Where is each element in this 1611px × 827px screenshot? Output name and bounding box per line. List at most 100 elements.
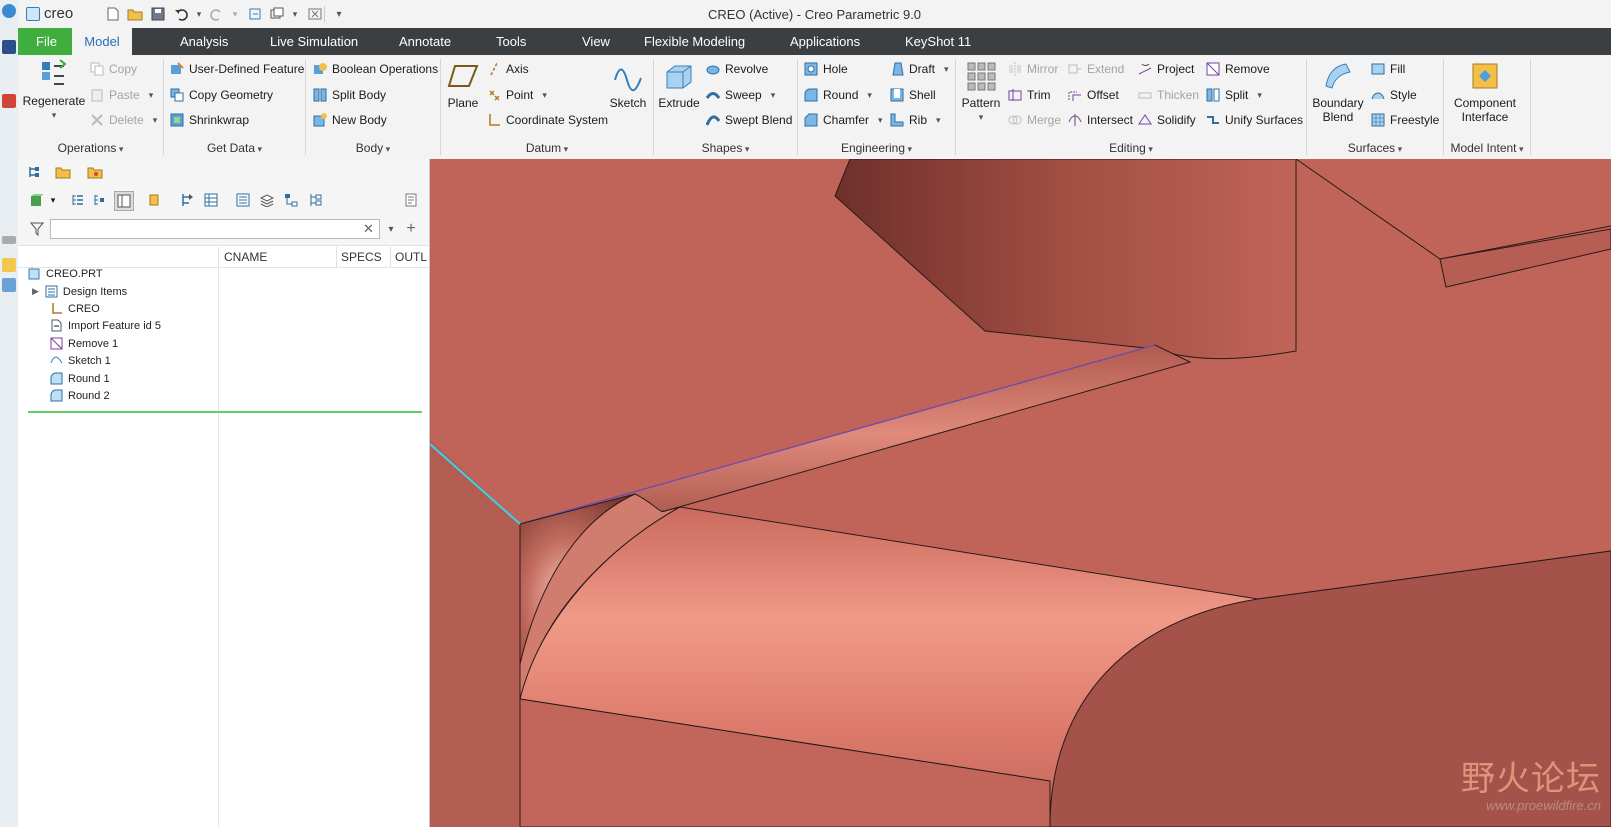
tab-flexible-modeling[interactable]: Flexible Modeling <box>630 28 759 55</box>
axis-button[interactable]: Axis <box>487 59 529 79</box>
style-button[interactable]: Style <box>1371 85 1417 105</box>
tree-item-sketch[interactable]: Sketch 1 <box>18 352 250 369</box>
mirror-button[interactable]: Mirror <box>1008 59 1058 79</box>
pattern-button[interactable]: Pattern ▾ <box>959 60 1003 124</box>
tab-model[interactable]: Model <box>72 28 132 55</box>
unify-surfaces-icon <box>1206 113 1220 127</box>
group-label-datum[interactable]: Datum <box>441 141 653 155</box>
point-button[interactable]: Point <box>487 85 547 105</box>
tab-tools[interactable]: Tools <box>482 28 540 55</box>
boolean-operations-button[interactable]: Boolean Operations <box>313 59 438 79</box>
extend-button[interactable]: Extend <box>1068 59 1124 79</box>
insert-here-marker[interactable] <box>28 411 422 413</box>
split-body-button[interactable]: Split Body <box>313 85 386 105</box>
tree-item-round-1[interactable]: Round 1 <box>18 370 250 387</box>
hierarchy-icon[interactable] <box>282 191 300 209</box>
paste-button[interactable]: Paste <box>90 85 153 105</box>
tree-item-remove[interactable]: Remove 1 <box>18 335 250 352</box>
tab-keyshot[interactable]: KeyShot 11 <box>891 28 985 55</box>
delete-button[interactable]: Delete <box>90 110 157 130</box>
column-cname[interactable]: CNAME <box>224 250 267 264</box>
tree-item-round-2[interactable]: Round 2 <box>18 387 250 404</box>
folder-browser-tab-icon[interactable] <box>54 163 72 181</box>
group-label-operations[interactable]: Operations <box>18 141 163 155</box>
copy-geometry-button[interactable]: Copy Geometry <box>170 85 273 105</box>
filter-icon[interactable] <box>28 220 46 238</box>
tab-live-simulation[interactable]: Live Simulation <box>256 28 372 55</box>
remove-button[interactable]: Remove <box>1206 59 1270 79</box>
plane-button[interactable]: Plane <box>445 60 481 110</box>
extrude-button[interactable]: Extrude <box>657 60 701 110</box>
revolve-button[interactable]: Revolve <box>706 59 768 79</box>
detailed-tree-icon[interactable] <box>234 191 252 209</box>
collapse-all-icon[interactable] <box>90 191 108 209</box>
column-specs[interactable]: SPECS <box>341 250 382 264</box>
group-label-shapes[interactable]: Shapes <box>654 141 797 155</box>
tree-item-import-feature[interactable]: Import Feature id 5 <box>18 317 250 334</box>
favorites-tab-icon[interactable] <box>86 163 104 181</box>
remove-icon <box>50 337 63 350</box>
sweep-button[interactable]: Sweep <box>705 85 775 105</box>
clear-search-icon[interactable]: ✕ <box>363 221 374 237</box>
group-label-surfaces[interactable]: Surfaces <box>1307 141 1443 155</box>
chamfer-button[interactable]: Chamfer <box>804 110 883 130</box>
expand-all-icon[interactable] <box>68 191 86 209</box>
thicken-button[interactable]: Thicken <box>1138 85 1199 105</box>
regenerate-button[interactable]: Regenerate ▾ <box>23 58 85 122</box>
trim-button[interactable]: Trim <box>1008 85 1051 105</box>
tree-item-csys[interactable]: CREO <box>18 300 250 317</box>
show-dropdown-icon[interactable]: ▾ <box>44 191 62 209</box>
tree-columns-icon[interactable] <box>114 191 134 211</box>
coordinate-system-button[interactable]: Coordinate System <box>487 110 608 130</box>
expand-arrow-icon[interactable]: ▶ <box>32 286 39 297</box>
tree-search-input[interactable] <box>50 219 380 239</box>
rib-button[interactable]: Rib <box>890 110 941 130</box>
add-filter-icon[interactable]: + <box>402 220 420 238</box>
udf-button[interactable]: User-Defined Feature <box>170 59 304 79</box>
tab-applications[interactable]: Applications <box>776 28 874 55</box>
suppressed-icon[interactable] <box>306 191 324 209</box>
tree-item-design-items[interactable]: ▶ Design Items <box>18 283 232 300</box>
layer-tree-icon[interactable] <box>202 191 220 209</box>
component-interface-button[interactable]: Component Interface <box>1446 60 1524 124</box>
layers-icon[interactable] <box>258 191 276 209</box>
sketch-button[interactable]: Sketch <box>606 60 650 110</box>
search-dropdown-icon[interactable]: ▾ <box>382 220 400 238</box>
group-label-editing[interactable]: Editing <box>956 141 1306 155</box>
solidify-button[interactable]: Solidify <box>1138 110 1196 130</box>
group-label-body[interactable]: Body <box>306 141 440 155</box>
group-label-get-data[interactable]: Get Data <box>164 141 305 155</box>
copy-button[interactable]: Copy <box>90 59 137 79</box>
offset-button[interactable]: Offset <box>1068 85 1119 105</box>
settings-icon[interactable] <box>146 191 164 209</box>
project-button[interactable]: Project <box>1138 59 1194 79</box>
draft-button[interactable]: Draft <box>890 59 949 79</box>
group-label-model-intent[interactable]: Model Intent <box>1444 141 1530 155</box>
tab-view[interactable]: View <box>568 28 624 55</box>
split-button[interactable]: Split <box>1206 85 1262 105</box>
shrinkwrap-button[interactable]: Shrinkwrap <box>170 110 249 130</box>
boundary-blend-label-2: Blend <box>1322 110 1354 124</box>
model-tree-tab-icon[interactable] <box>26 163 44 181</box>
new-body-button[interactable]: New Body <box>313 110 387 130</box>
boundary-blend-button[interactable]: Boundary Blend <box>1310 60 1366 124</box>
tree-settings-icon[interactable] <box>402 191 420 209</box>
tab-annotate[interactable]: Annotate <box>385 28 465 55</box>
intersect-button[interactable]: Intersect <box>1068 110 1133 130</box>
fill-button[interactable]: Fill <box>1371 59 1405 79</box>
offset-icon <box>1068 88 1082 102</box>
tab-file[interactable]: File <box>18 28 72 55</box>
hole-button[interactable]: Hole <box>804 59 848 79</box>
group-label-engineering[interactable]: Engineering <box>798 141 955 155</box>
round-button[interactable]: Round <box>804 85 872 105</box>
column-outl[interactable]: OUTL <box>395 250 427 264</box>
graphics-viewport[interactable]: 野火论坛 www.proewildfire.cn <box>430 159 1611 827</box>
freestyle-button[interactable]: Freestyle <box>1371 110 1439 130</box>
swept-blend-button[interactable]: Swept Blend <box>705 110 792 130</box>
tree-filter-icon[interactable] <box>178 191 196 209</box>
tree-item-part[interactable]: CREO.PRT <box>18 265 228 282</box>
unify-surfaces-button[interactable]: Unify Surfaces <box>1206 110 1303 130</box>
shell-button[interactable]: Shell <box>890 85 936 105</box>
tab-analysis[interactable]: Analysis <box>166 28 242 55</box>
merge-button[interactable]: Merge <box>1008 110 1061 130</box>
